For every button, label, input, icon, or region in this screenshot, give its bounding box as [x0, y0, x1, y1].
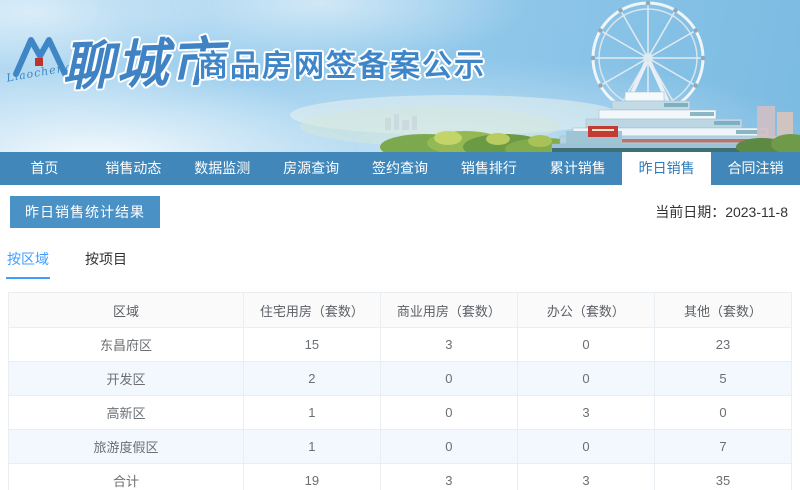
region-cell: 开发区	[8, 361, 244, 396]
table-row: 高新区 1 0 3 0	[8, 395, 793, 430]
nav-item-8[interactable]: 合同注销	[711, 152, 800, 185]
value-cell: 3	[516, 463, 655, 490]
title-row: 昨日销售统计结果 当前日期：2023-11-8	[10, 196, 788, 228]
value-cell: 0	[516, 327, 655, 362]
column-header: 住宅用房（套数）	[242, 292, 381, 328]
site-title: 商品房网签备案公示	[198, 50, 486, 83]
value-cell: 1	[242, 429, 381, 464]
value-cell: 19	[242, 463, 381, 490]
current-date: 当前日期：2023-11-8	[655, 202, 788, 222]
column-header: 其他（套数）	[653, 292, 793, 328]
value-cell: 15	[242, 327, 381, 362]
column-header: 区域	[8, 292, 244, 328]
value-cell: 2	[242, 361, 381, 396]
stats-table: 区域 住宅用房（套数） 商业用房（套数） 办公（套数） 其他（套数） 东昌府区 15 3 0 2…	[8, 292, 793, 490]
nav-item-7[interactable]: 昨日销售	[622, 152, 712, 185]
value-cell: 0	[379, 361, 518, 396]
section-title-badge: 昨日销售统计结果	[10, 196, 160, 228]
table-header-row: 区域 住宅用房（套数） 商业用房（套数） 办公（套数） 其他（套数）	[8, 292, 793, 328]
value-cell: 23	[653, 327, 793, 362]
value-cell: 3	[379, 463, 518, 490]
table-body: 东昌府区 15 3 0 23 开发区 2 0 0 5 高新区 1 0 3 0 旅游度假区 1 0 0 7 合计 19 3 3 3…	[8, 327, 793, 490]
view-tabs: 按区域 按项目	[6, 244, 800, 279]
value-cell: 0	[379, 395, 518, 430]
value-cell: 35	[653, 463, 793, 490]
value-cell: 0	[379, 429, 518, 464]
table-row: 合计 19 3 3 35	[8, 463, 793, 490]
nav-item-0[interactable]: 首页	[0, 152, 89, 185]
region-cell: 高新区	[8, 395, 244, 430]
column-header: 商业用房（套数）	[379, 292, 518, 328]
value-cell: 1	[242, 395, 381, 430]
column-header: 办公（套数）	[516, 292, 655, 328]
value-cell: 5	[653, 361, 793, 396]
region-cell: 旅游度假区	[8, 429, 244, 464]
site-header: Liaocheng 聊城市 商品房网签备案公示	[0, 0, 800, 152]
region-cell: 东昌府区	[8, 327, 244, 362]
value-cell: 7	[653, 429, 793, 464]
tab-0[interactable]: 按区域	[6, 244, 50, 279]
nav-item-1[interactable]: 销售动态	[89, 152, 178, 185]
table-row: 开发区 2 0 0 5	[8, 361, 793, 396]
current-date-value: 2023-11-8	[725, 204, 788, 220]
value-cell: 0	[653, 395, 793, 430]
nav-item-3[interactable]: 房源查询	[267, 152, 356, 185]
nav-item-2[interactable]: 数据监测	[178, 152, 267, 185]
value-cell: 3	[516, 395, 655, 430]
table-row: 旅游度假区 1 0 0 7	[8, 429, 793, 464]
current-date-label: 当前日期：	[655, 204, 726, 220]
nav-item-5[interactable]: 销售排行	[444, 152, 533, 185]
value-cell: 0	[516, 429, 655, 464]
region-cell: 合计	[8, 463, 244, 490]
main-nav: 首页 销售动态 数据监测 房源查询 签约查询 销售排行 累计销售 昨日销售 合同注销	[0, 152, 800, 185]
tab-1[interactable]: 按项目	[84, 244, 128, 279]
nav-item-4[interactable]: 签约查询	[356, 152, 445, 185]
main-content: 昨日销售统计结果 当前日期：2023-11-8 按区域 按项目 区域 住宅用房（套数…	[0, 196, 800, 490]
value-cell: 0	[516, 361, 655, 396]
table-row: 东昌府区 15 3 0 23	[8, 327, 793, 362]
nav-item-6[interactable]: 累计销售	[533, 152, 622, 185]
value-cell: 3	[379, 327, 518, 362]
